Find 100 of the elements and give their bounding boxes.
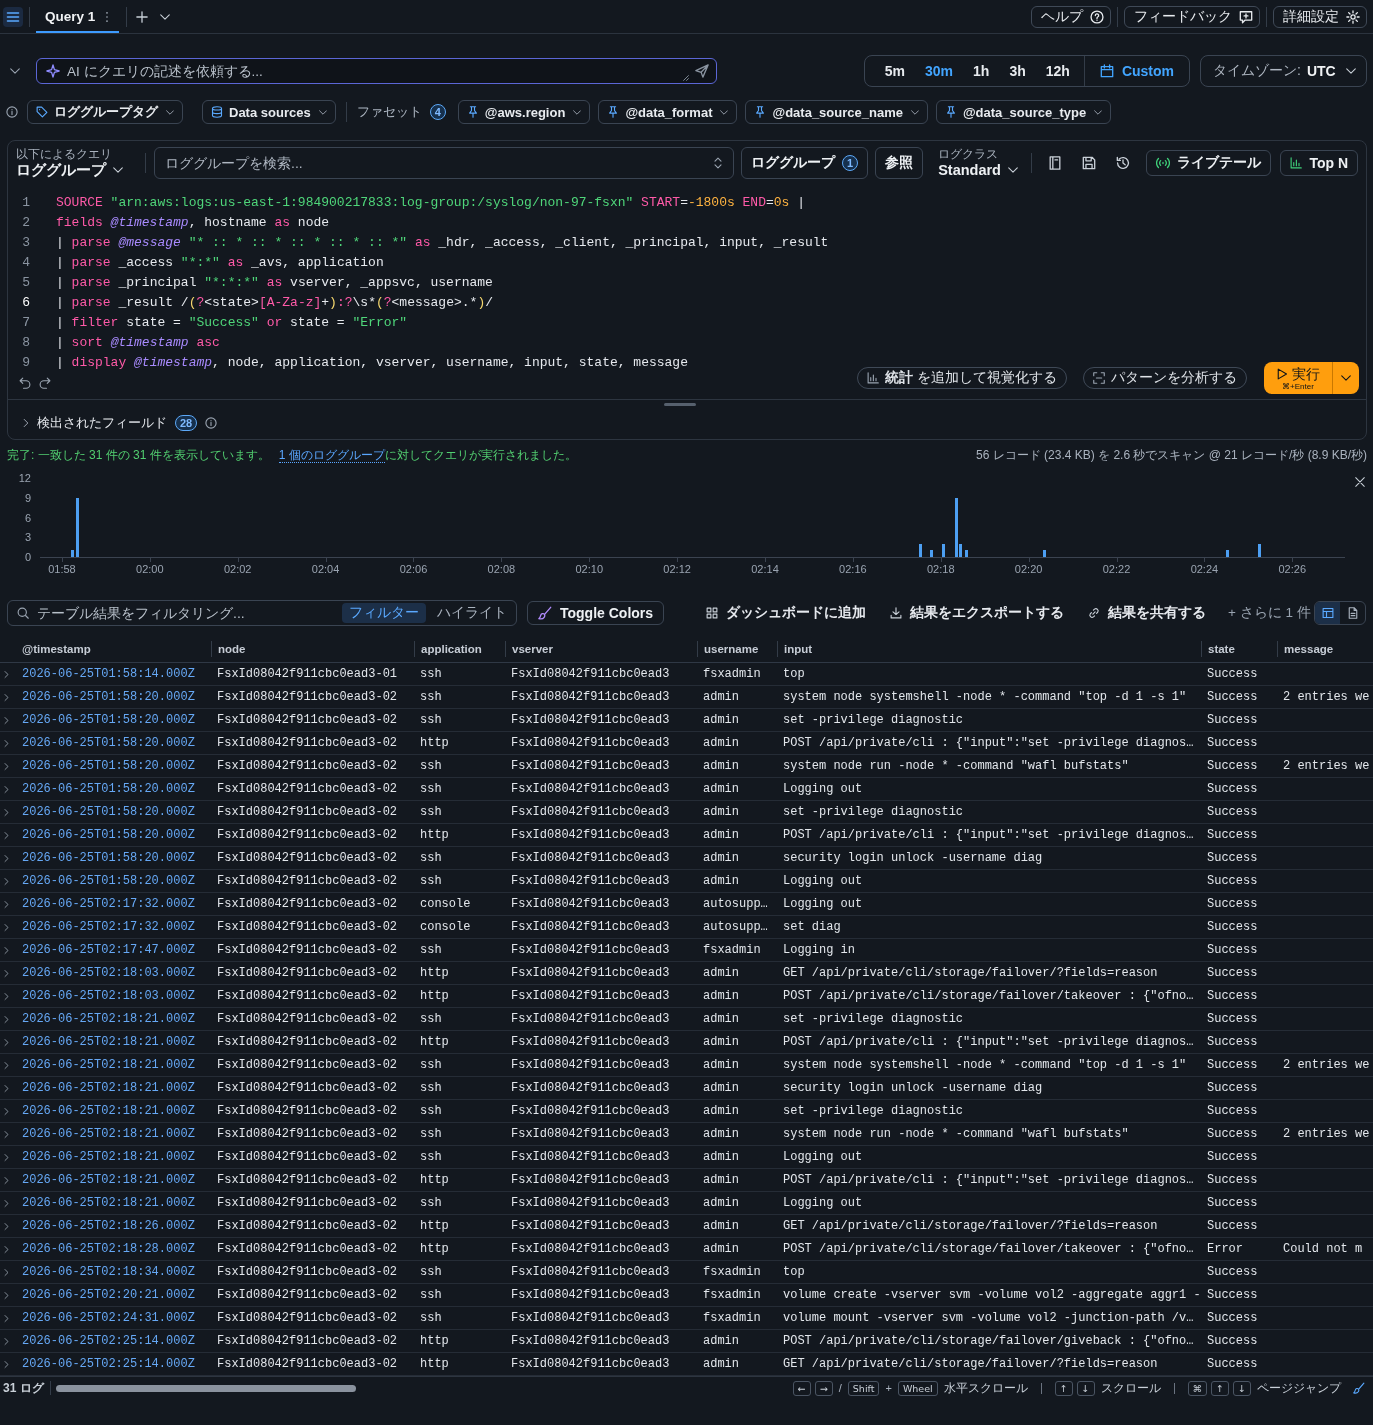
chevron-icon[interactable] [4, 876, 9, 886]
timestamp-link[interactable]: 2026-06-25T02:18:28.000Z [16, 1241, 211, 1257]
info-icon[interactable] [205, 417, 218, 429]
resize-grip-icon[interactable] [683, 75, 689, 81]
close-icon[interactable] [1355, 477, 1365, 487]
timestamp-link[interactable]: 2026-06-25T02:17:47.000Z [16, 942, 211, 958]
timestamp-link[interactable]: 2026-06-25T02:17:32.000Z [16, 896, 211, 912]
timestamp-link[interactable]: 2026-06-25T02:18:03.000Z [16, 965, 211, 981]
timestamp-link[interactable]: 2026-06-25T01:58:20.000Z [16, 781, 211, 797]
view-option[interactable] [1315, 602, 1340, 624]
chevron-icon[interactable] [4, 1336, 9, 1346]
add-to-dashboard-button[interactable]: ダッシュボードに追加 [706, 604, 867, 622]
time-range-option[interactable]: 1h [963, 56, 1000, 86]
chevron-icon[interactable] [4, 899, 9, 909]
timestamp-link[interactable]: 2026-06-25T02:18:03.000Z [16, 988, 211, 1004]
facet-dropdown[interactable]: @data_source_name [745, 100, 928, 124]
chevron-icon[interactable] [4, 1014, 9, 1024]
chevron-icon[interactable] [4, 1060, 9, 1070]
column-header[interactable]: vserver [505, 641, 697, 657]
chevron-icon[interactable] [4, 945, 9, 955]
export-results-button[interactable]: 結果をエクスポートする [890, 604, 1065, 622]
chevron-icon[interactable] [4, 715, 9, 725]
browse-button[interactable]: 参照 [875, 146, 924, 179]
add-icon[interactable] [136, 10, 149, 23]
facet-dropdown[interactable]: @data_format [598, 100, 738, 124]
menu-icon[interactable] [3, 6, 23, 27]
chevron-icon[interactable] [4, 922, 9, 932]
timestamp-link[interactable]: 2026-06-25T01:58:20.000Z [16, 827, 211, 843]
live-tail-button[interactable]: ライブテール [1146, 149, 1272, 176]
chevron-icon[interactable] [4, 807, 9, 817]
timestamp-link[interactable]: 2026-06-25T02:18:21.000Z [16, 1011, 211, 1027]
timestamp-link[interactable]: 2026-06-25T02:18:21.000Z [16, 1080, 211, 1096]
log-group-link[interactable]: 1 個のロググループ [278, 447, 385, 463]
help-button[interactable]: ヘルプ [1031, 5, 1111, 28]
chevron-icon[interactable] [4, 1359, 9, 1369]
column-header[interactable]: node [211, 641, 414, 657]
share-results-button[interactable]: 結果を共有する [1088, 604, 1207, 622]
timestamp-link[interactable]: 2026-06-25T02:25:14.000Z [16, 1356, 211, 1372]
timestamp-link[interactable]: 2026-06-25T02:18:34.000Z [16, 1264, 211, 1280]
chevron-icon[interactable] [4, 1244, 9, 1254]
timestamp-link[interactable]: 2026-06-25T01:58:20.000Z [16, 712, 211, 728]
chevron-icon[interactable] [4, 784, 9, 794]
timestamp-link[interactable]: 2026-06-25T02:17:32.000Z [16, 919, 211, 935]
history-icon[interactable] [1116, 155, 1131, 170]
column-header[interactable]: @timestamp [16, 641, 211, 657]
query-tab[interactable]: Query 1 [36, 0, 120, 33]
timestamp-link[interactable]: 2026-06-25T02:18:21.000Z [16, 1149, 211, 1165]
timestamp-link[interactable]: 2026-06-25T02:18:21.000Z [16, 1126, 211, 1142]
filter-mode-option[interactable]: ハイライト [430, 603, 514, 623]
time-range-option[interactable]: 3h [999, 56, 1036, 86]
facet-dropdown[interactable]: @aws.region [457, 100, 591, 124]
timestamp-link[interactable]: 2026-06-25T01:58:20.000Z [16, 873, 211, 889]
chevron-icon[interactable] [4, 830, 9, 840]
timestamp-link[interactable]: 2026-06-25T02:18:21.000Z [16, 1172, 211, 1188]
timestamp-link[interactable]: 2026-06-25T02:24:31.000Z [16, 1310, 211, 1326]
chevron-icon[interactable] [4, 1267, 9, 1277]
caret-down-icon[interactable] [10, 68, 20, 74]
chevron-icon[interactable] [4, 1290, 9, 1300]
time-range-option[interactable]: 30m [915, 56, 964, 86]
log-group-tag-dropdown[interactable]: ロググループタグ [27, 100, 183, 124]
timezone-dropdown[interactable]: タイムゾーン: UTC [1200, 55, 1367, 87]
run-options-button[interactable] [1332, 362, 1359, 394]
feedback-button[interactable]: フィードバック [1124, 5, 1260, 28]
chevron-icon[interactable] [4, 692, 9, 702]
redo-icon[interactable] [39, 377, 51, 389]
custom-range-button[interactable]: Custom [1084, 56, 1189, 86]
discovered-fields-toggle[interactable]: 検出されたフィールド [23, 414, 167, 432]
timestamp-link[interactable]: 2026-06-25T02:18:21.000Z [16, 1195, 211, 1211]
save-icon[interactable] [1082, 155, 1097, 170]
column-header[interactable]: state [1201, 641, 1277, 657]
chevron-icon[interactable] [4, 1152, 9, 1162]
chevron-icon[interactable] [4, 1037, 9, 1047]
chevron-icon[interactable] [4, 1129, 9, 1139]
horizontal-scrollbar[interactable] [55, 1384, 356, 1392]
info-icon[interactable] [6, 106, 18, 118]
timestamp-link[interactable]: 2026-06-25T02:18:21.000Z [16, 1034, 211, 1050]
top-n-button[interactable]: Top N [1280, 149, 1358, 176]
chevron-icon[interactable] [4, 1221, 9, 1231]
log-class-dropdown[interactable]: Standard [938, 160, 1023, 179]
run-button[interactable]: 実行 ⌘+Enter [1264, 362, 1332, 394]
chevron-icon[interactable] [4, 738, 9, 748]
chevron-icon[interactable] [4, 1083, 9, 1093]
chevron-icon[interactable] [4, 853, 9, 863]
timestamp-link[interactable]: 2026-06-25T01:58:14.000Z [16, 666, 211, 682]
column-header[interactable]: application [414, 641, 505, 657]
chevron-icon[interactable] [4, 991, 9, 1001]
log-group-search-field[interactable]: ロググループを検索... [154, 146, 734, 179]
timestamp-link[interactable]: 2026-06-25T01:58:20.000Z [16, 850, 211, 866]
ai-prompt-input[interactable]: AI にクエリの記述を依頼する... [36, 58, 717, 84]
time-range-option[interactable]: 12h [1035, 56, 1080, 86]
chevron-icon[interactable] [4, 1313, 9, 1323]
settings-button[interactable]: 詳細設定 [1273, 5, 1367, 28]
timestamp-link[interactable]: 2026-06-25T01:58:20.000Z [16, 735, 211, 751]
toggle-colors-button[interactable]: Toggle Colors [527, 601, 665, 625]
chevron-icon[interactable] [4, 1198, 9, 1208]
timestamp-link[interactable]: 2026-06-25T01:58:20.000Z [16, 758, 211, 774]
facet-dropdown[interactable]: @data_source_type [935, 100, 1112, 124]
column-header[interactable]: message [1277, 641, 1373, 657]
chevron-icon[interactable] [4, 968, 9, 978]
timestamp-link[interactable]: 2026-06-25T02:25:14.000Z [16, 1333, 211, 1349]
